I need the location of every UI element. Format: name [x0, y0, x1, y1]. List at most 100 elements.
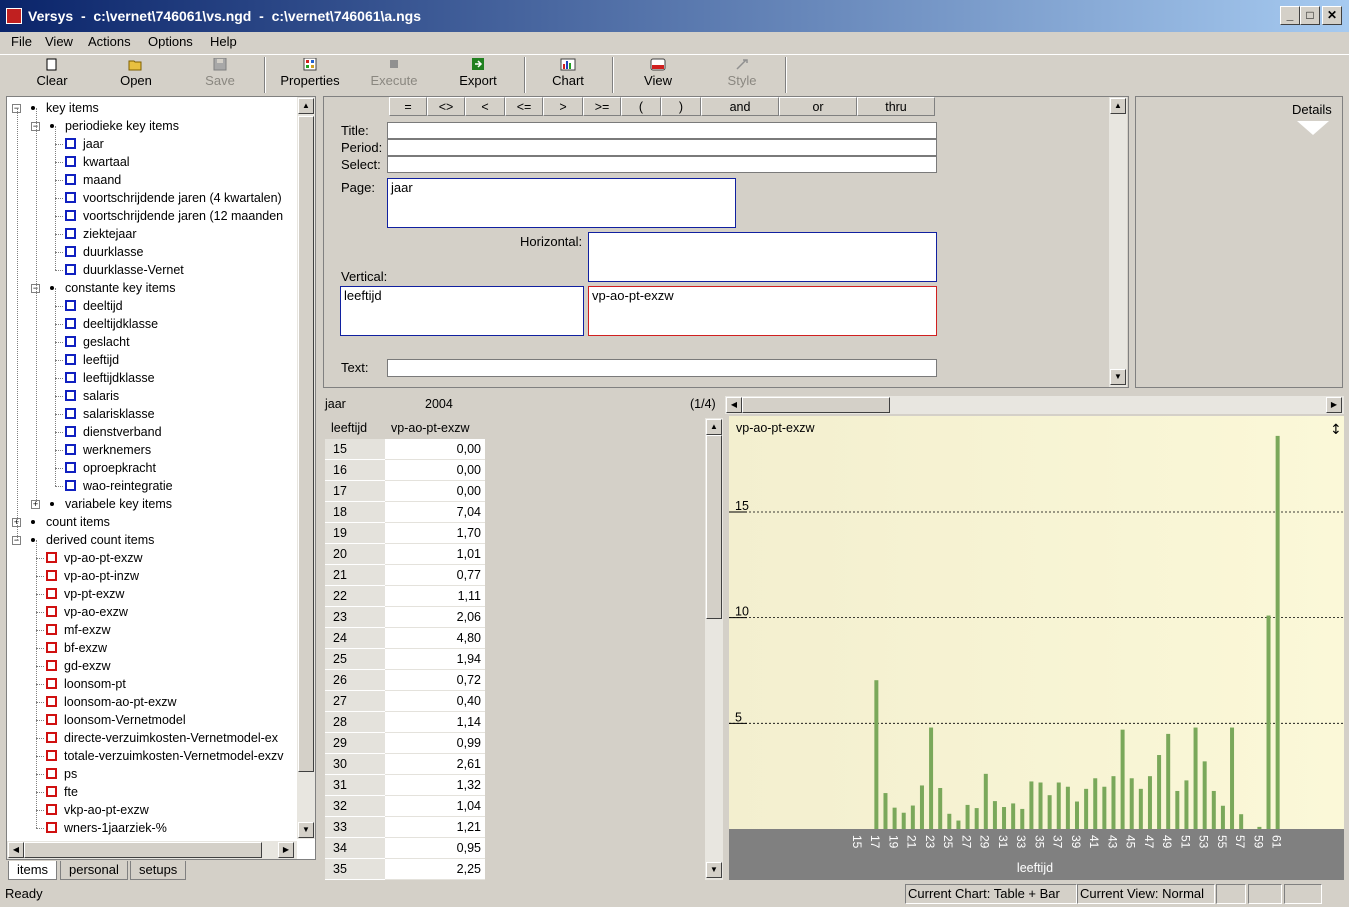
menu-actions[interactable]: Actions [88, 34, 131, 49]
table-cell[interactable]: 1,01 [385, 544, 485, 565]
query-scroll-up-icon[interactable]: ▲ [1110, 98, 1126, 114]
table-cell[interactable]: 0,95 [385, 838, 485, 859]
table-row-header[interactable]: 20 [325, 544, 385, 565]
tree-item[interactable]: deeltijdklasse [65, 315, 158, 333]
chart-bar[interactable] [1138, 788, 1143, 829]
chart-bar[interactable] [956, 820, 961, 829]
tree-item[interactable]: maand [65, 171, 121, 189]
chart-bar[interactable] [1275, 435, 1280, 829]
chart-bar[interactable] [1065, 786, 1070, 829]
table-cell[interactable]: 0,00 [385, 439, 485, 460]
horizontal-dropzone[interactable] [588, 232, 937, 282]
operator-open-paren-button[interactable]: ( [621, 97, 661, 116]
tree-item[interactable]: mf-exzw [46, 621, 111, 639]
operator-greater-equal-button[interactable]: >= [583, 97, 621, 116]
operator-close-paren-button[interactable]: ) [661, 97, 701, 116]
chart-bar[interactable] [1202, 761, 1207, 829]
operator-or-button[interactable]: or [779, 97, 857, 116]
table-cell[interactable]: 0,72 [385, 670, 485, 691]
tree-item[interactable]: salarisklasse [65, 405, 155, 423]
chart-bar[interactable] [1257, 826, 1262, 829]
tree-item[interactable]: vp-pt-exzw [46, 585, 124, 603]
table-cell[interactable]: 2,06 [385, 607, 485, 628]
chart-bar[interactable] [1002, 807, 1007, 829]
operator-thru-button[interactable]: thru [857, 97, 935, 116]
period-field[interactable] [387, 139, 937, 156]
style-button[interactable]: Style [712, 57, 772, 93]
save-button[interactable]: Save [190, 57, 250, 93]
table-cell[interactable]: 1,21 [385, 817, 485, 838]
menu-help[interactable]: Help [210, 34, 237, 49]
count-item-dropzone[interactable]: vp-ao-pt-exzw [588, 286, 937, 336]
table-cell[interactable]: 0,00 [385, 460, 485, 481]
chart-bar[interactable] [874, 680, 879, 829]
table-cell[interactable]: 0,99 [385, 733, 485, 754]
tree-key-items[interactable]: key items [46, 99, 99, 117]
tree-constant-key-items[interactable]: constante key items [65, 279, 175, 297]
chart-bar[interactable] [1239, 814, 1244, 829]
tree-hscroll-thumb[interactable] [24, 842, 262, 858]
tree-item[interactable]: jaar [65, 135, 104, 153]
tab-setups[interactable]: setups [130, 861, 187, 880]
tree-item[interactable]: directe-verzuimkosten-Vernetmodel-ex [46, 729, 278, 747]
tree-derived-count-items[interactable]: derived count items [46, 531, 154, 549]
table-row-header[interactable]: 16 [325, 460, 385, 481]
table-scroll-thumb[interactable] [706, 435, 722, 619]
tree-item[interactable]: loonsom-Vernetmodel [46, 711, 186, 729]
table-cell[interactable]: 0,40 [385, 691, 485, 712]
select-field[interactable] [387, 156, 937, 173]
chart-bar[interactable] [901, 812, 906, 829]
query-scroll-down-icon[interactable]: ▼ [1110, 369, 1126, 385]
chart-hscroll-thumb[interactable] [742, 397, 890, 413]
title-field[interactable] [387, 122, 937, 139]
tree-item[interactable]: geslacht [65, 333, 130, 351]
minimize-button[interactable]: _ [1280, 6, 1300, 25]
table-row-header[interactable]: 26 [325, 670, 385, 691]
table-cell[interactable]: 1,11 [385, 586, 485, 607]
tree-item[interactable]: leeftijd [65, 351, 119, 369]
chart-bar[interactable] [947, 813, 952, 829]
operator-and-button[interactable]: and [701, 97, 779, 116]
table-row-header[interactable]: 32 [325, 796, 385, 817]
tree-item[interactable]: wao-reintegratie [65, 477, 173, 495]
open-button[interactable]: Open [106, 57, 166, 93]
menu-file[interactable]: File [11, 34, 32, 49]
chart-bar[interactable] [974, 808, 979, 829]
tree-item[interactable]: salaris [65, 387, 119, 405]
tree-item[interactable]: duurklasse [65, 243, 143, 261]
operator-equals-button[interactable]: = [389, 97, 427, 116]
tree-item[interactable]: leeftijdklasse [65, 369, 155, 387]
chart-bar[interactable] [1029, 781, 1034, 829]
chart-bar[interactable] [1175, 790, 1180, 829]
chart-bar[interactable] [1093, 778, 1098, 829]
tree-item[interactable]: ziektejaar [65, 225, 137, 243]
chart-bar[interactable] [929, 727, 934, 829]
chart-bar[interactable] [1230, 727, 1235, 829]
table-row-header[interactable]: 30 [325, 754, 385, 775]
tree-item[interactable]: wners-1jaarziek-% [46, 819, 167, 837]
table-row-header[interactable]: 25 [325, 649, 385, 670]
tree-variable-key-items[interactable]: variabele key items [65, 495, 172, 513]
tree-item[interactable]: bf-exzw [46, 639, 107, 657]
chart-scroll-right-icon[interactable]: ▶ [1326, 397, 1342, 413]
chart-bar[interactable] [983, 773, 988, 829]
tab-items[interactable]: items [8, 861, 58, 880]
chart-bar[interactable] [1084, 788, 1089, 829]
tree-item[interactable]: fte [46, 783, 78, 801]
operator-greater-button[interactable]: > [543, 97, 583, 116]
chart-button[interactable]: Chart [538, 57, 598, 93]
text-field[interactable] [387, 359, 937, 377]
menu-options[interactable]: Options [148, 34, 193, 49]
details-collapse-icon[interactable] [1296, 120, 1330, 136]
table-row-header[interactable]: 27 [325, 691, 385, 712]
tree-item[interactable]: voortschrijdende jaren (4 kwartalen) [65, 189, 282, 207]
table-cell[interactable]: 4,80 [385, 628, 485, 649]
operator-less-equal-button[interactable]: <= [505, 97, 543, 116]
operator-not-equal-button[interactable]: <> [427, 97, 465, 116]
chart-bar[interactable] [1157, 755, 1162, 829]
execute-button[interactable]: Execute [364, 57, 424, 93]
table-row-header[interactable]: 15 [325, 439, 385, 460]
chart-bar[interactable] [1020, 808, 1025, 829]
tree-item[interactable]: vp-ao-pt-exzw [46, 549, 143, 567]
table-scroll-up-icon[interactable]: ▲ [706, 419, 722, 435]
